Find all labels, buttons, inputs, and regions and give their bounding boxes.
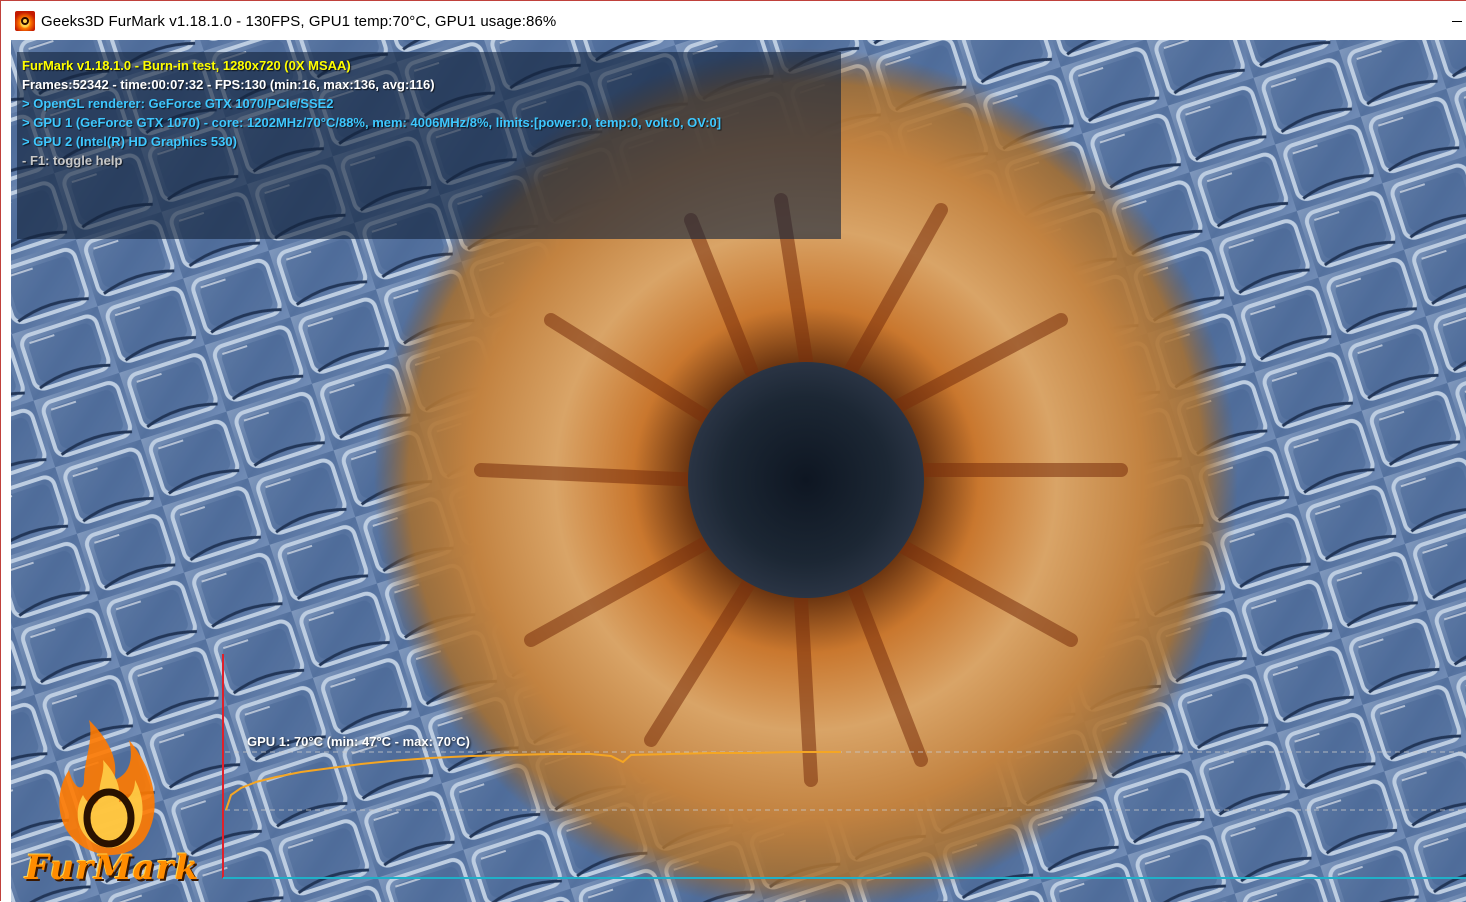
osd-help: - F1: toggle help <box>22 153 123 168</box>
osd-gpu2: > GPU 2 (Intel(R) HD Graphics 530) <box>22 134 237 149</box>
furmark-logo-icon <box>59 720 155 855</box>
osd-title: FurMark v1.18.1.0 - Burn-in test, 1280x7… <box>22 58 351 73</box>
render-viewport[interactable]: FurMark v1.18.1.0 - Burn-in test, 1280x7… <box>11 40 1466 902</box>
osd-stats: Frames:52342 - time:00:07:32 - FPS:130 (… <box>22 77 435 92</box>
osd-panel: FurMark v1.18.1.0 - Burn-in test, 1280x7… <box>17 52 841 239</box>
osd-renderer: > OpenGL renderer: GeForce GTX 1070/PCIe… <box>22 96 334 111</box>
window-title: Geeks3D FurMark v1.18.1.0 - 130FPS, GPU1… <box>41 12 557 30</box>
furmark-window: Geeks3D FurMark v1.18.1.0 - 130FPS, GPU1… <box>0 0 1466 902</box>
minimize-button[interactable] <box>1447 2 1466 40</box>
graph-label: GPU 1: 70°C (min: 47°C - max: 70°C) <box>247 734 470 749</box>
osd-gpu1: > GPU 1 (GeForce GTX 1070) - core: 1202M… <box>22 115 722 130</box>
furmark-icon[interactable] <box>15 11 35 31</box>
title-bar[interactable]: Geeks3D FurMark v1.18.1.0 - 130FPS, GPU1… <box>2 2 1466 40</box>
furmark-logo-text: FurMark <box>25 848 200 888</box>
